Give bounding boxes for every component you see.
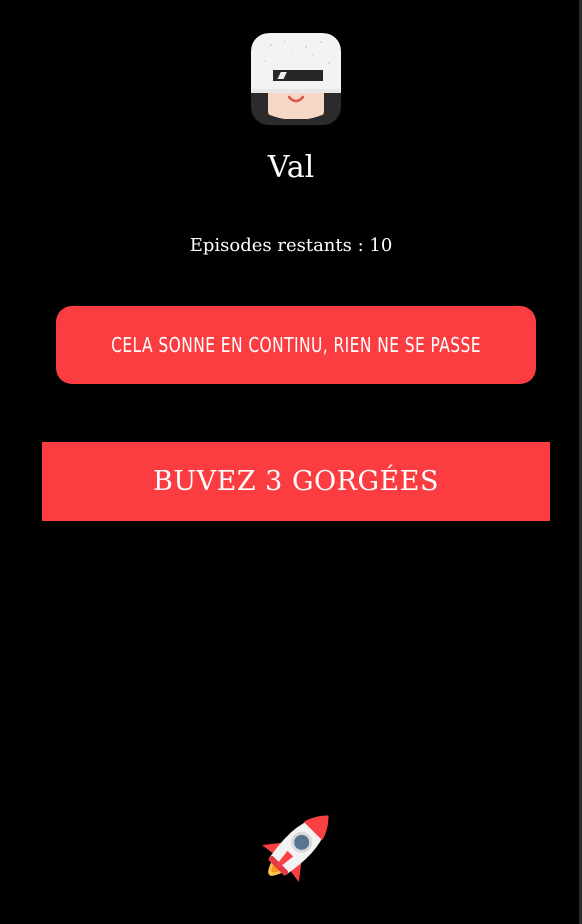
rule-text: CELA SONNE EN CONTINU, RIEN NE SE PASSE [111, 333, 481, 357]
action-text: BUVEZ 3 GORGÉES [153, 466, 439, 497]
episodes-remaining-label: Episodes restants : 10 [189, 235, 393, 256]
action-banner: BUVEZ 3 GORGÉES [42, 442, 550, 521]
player-avatar-icon [251, 33, 341, 125]
rocket-icon[interactable] [248, 800, 344, 896]
rule-card: CELA SONNE EN CONTINU, RIEN NE SE PASSE [56, 306, 536, 384]
player-name: Val [267, 150, 315, 185]
game-screen: Val Episodes restants : 10 CELA SONNE EN… [0, 0, 582, 924]
